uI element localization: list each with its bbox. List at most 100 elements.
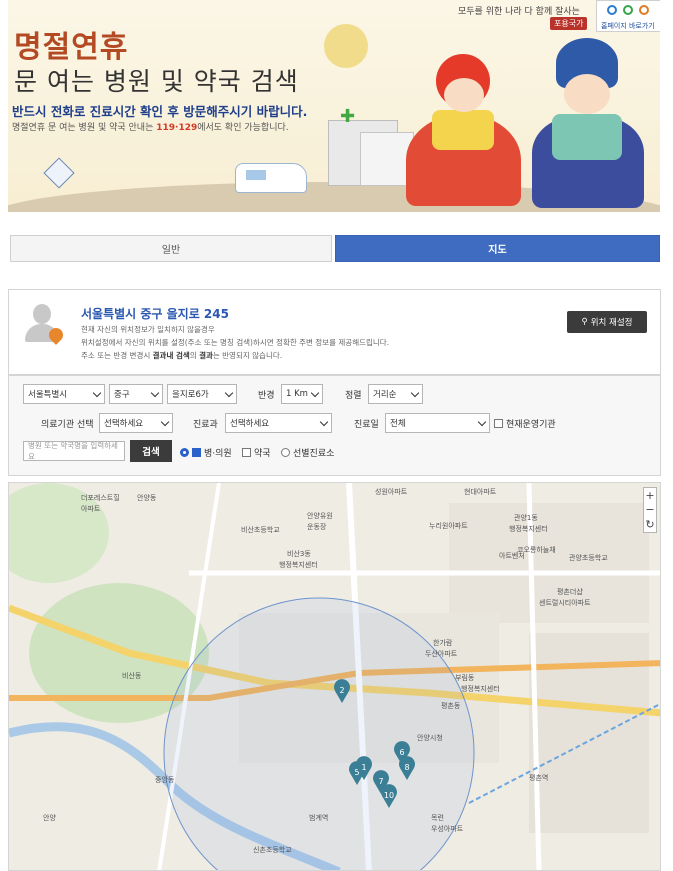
map-label: 행정복지센터: [461, 685, 500, 693]
map-label: 비산3동: [287, 550, 311, 558]
user-location-icon: [21, 302, 66, 346]
pharmacy-option-label: 약국: [254, 449, 271, 459]
logo-circle-icon: [607, 5, 617, 15]
reset-icon[interactable]: ↻: [645, 518, 654, 531]
girl-hanbok-illustration: [406, 48, 521, 208]
boy-hanbok-illustration: [526, 38, 650, 210]
tab-general[interactable]: 일반: [10, 235, 332, 262]
zoom-control[interactable]: + − ↻: [643, 487, 657, 533]
map-label: 안양유원: [307, 512, 333, 520]
map-label: 누리원아파트: [429, 522, 468, 530]
kite-illustration: [43, 157, 75, 189]
pharmacy-option[interactable]: 약국: [242, 446, 271, 459]
map-label: 센트럴시티아파트: [539, 599, 591, 607]
location-pin-icon: ⚲: [581, 317, 588, 327]
current-address: 서울특별시 중구 을지로 245: [81, 307, 229, 321]
homepage-link[interactable]: 홈페이지 바로가기: [596, 0, 660, 32]
banner-sub-note: 명절연휴 문 여는 병원 및 약국 안내는 119·129에서도 확인 가능합니…: [12, 123, 289, 133]
map-label: 중앙동: [155, 776, 175, 784]
sort-label: 정렬: [345, 391, 362, 401]
district-select[interactable]: 중구: [109, 384, 163, 404]
dong-select[interactable]: 을지로6가: [167, 384, 237, 404]
banner-notice: 반드시 전화로 진료시간 확인 후 방문해주시기 바랍니다.: [12, 104, 308, 119]
marker-number: 10: [384, 791, 394, 800]
radio-icon: [180, 448, 189, 457]
map-label: 범계역: [309, 814, 329, 822]
marker-number: 6: [399, 748, 404, 757]
map-label: 안양동: [137, 494, 157, 502]
map-label: 아파트: [81, 505, 101, 513]
hospital-option[interactable]: 병·의원: [180, 446, 232, 459]
search-filter-panel: 서울특별시 중구 을지로6가 반경 1 Km 정렬 거리순 의료기관 선택 선택…: [8, 375, 661, 476]
open-now-checkbox[interactable]: 현재운영기관: [494, 417, 556, 430]
homepage-link-label: 홈페이지 바로가기: [601, 22, 655, 30]
map-label: 안양: [43, 814, 56, 822]
facility-label: 의료기관 선택: [41, 420, 94, 430]
brand-badge: 포용국가: [550, 17, 588, 30]
map-label: 행정복지센터: [279, 561, 318, 569]
selective-clinic-label: 선별진료소: [293, 449, 335, 459]
map-label: 우성아파트: [431, 825, 464, 833]
map-label: 관양1동: [514, 514, 538, 522]
city-select[interactable]: 서울특별시: [23, 384, 105, 404]
map-label: 두산아파트: [425, 650, 458, 658]
map-label: 부림동: [455, 674, 475, 682]
facility-select[interactable]: 선택하세요: [99, 413, 173, 433]
selective-clinic-option[interactable]: 선별진료소: [281, 446, 334, 459]
marker-number: 7: [378, 777, 383, 786]
marker-number: 2: [339, 686, 344, 695]
checkbox-icon: [242, 448, 251, 457]
department-select[interactable]: 선택하세요: [225, 413, 332, 433]
relocate-button-label: 위치 재설정: [590, 318, 633, 328]
map-label: 평촌역: [529, 774, 549, 782]
location-panel: 서울특별시 중구 을지로 245 현재 자신의 위치정보가 일치하지 않을경우 …: [8, 289, 661, 375]
marker-number: 1: [361, 763, 366, 772]
map-label: 더포레스트힐: [81, 494, 120, 502]
map-label: 평촌더샵: [557, 588, 583, 596]
zoom-out-button[interactable]: −: [645, 503, 654, 516]
location-note-3: 주소 또는 반경 변경시 결과내 검색의 결과는 반영되지 않습니다.: [81, 351, 283, 360]
checkbox-icon: [192, 448, 201, 457]
government-tagline: 모두를 위한 나라 다 함께 잘사는: [458, 7, 580, 17]
radius-label: 반경: [258, 391, 275, 401]
map-label: 코오롱하늘채: [517, 546, 556, 554]
map-view[interactable]: 2 5 1 6 8 7 10 성원아파트 현대아파트 더포레스트힐 안양동 아파트 관양1동 행정복지센…: [8, 482, 661, 871]
medical-cross-icon: ✚: [340, 106, 356, 127]
map-label: 운동장: [307, 523, 327, 531]
radio-icon: [281, 448, 290, 457]
map-label: 목련: [431, 814, 444, 822]
map-label: 현대아파트: [464, 488, 497, 496]
banner-subtitle: 문 여는 병원 및 약국 검색: [14, 67, 299, 96]
moon-decoration: [324, 24, 368, 68]
map-label: 관양초등학교: [569, 554, 608, 562]
day-label: 진료일: [354, 420, 379, 430]
ambulance-illustration: [235, 163, 307, 193]
map-label: 안양시청: [417, 734, 443, 742]
banner-title: 명절연휴: [14, 30, 129, 65]
zoom-in-button[interactable]: +: [645, 489, 654, 502]
checkbox-icon: [494, 419, 503, 428]
map-label: 평촌동: [441, 702, 461, 710]
logo-circle-icon: [623, 5, 633, 15]
location-note-1: 현재 자신의 위치정보가 일치하지 않을경우: [81, 325, 215, 334]
open-now-label: 현재운영기관: [506, 420, 556, 430]
day-select[interactable]: 전체: [385, 413, 490, 433]
search-button[interactable]: 검색: [130, 440, 172, 462]
map-canvas[interactable]: 25168710: [9, 483, 661, 871]
department-label: 진료과: [193, 420, 218, 430]
map-label: 신촌초등학교: [253, 846, 292, 854]
sort-select[interactable]: 거리순: [368, 384, 423, 404]
location-note-2: 위치설정에서 자신의 위치를 설정(주소 또는 명칭 검색)하시면 정확한 주변…: [81, 338, 390, 347]
map-label: 한가람: [433, 639, 453, 647]
marker-number: 8: [404, 763, 409, 772]
radius-select[interactable]: 1 Km: [281, 384, 323, 404]
search-input[interactable]: 병원 또는 약국명을 입력하세요: [23, 441, 125, 461]
map-label: 행정복지센터: [509, 525, 548, 533]
logo-circle-icon: [639, 5, 649, 15]
map-label: 비산초등학교: [241, 526, 280, 534]
banner: ✚ 명절연휴 문 여는 병원 및 약국 검색 반드시 전화로 진료시간 확인 후…: [8, 0, 660, 212]
relocate-button[interactable]: ⚲ 위치 재설정: [567, 311, 647, 333]
map-label: 비산동: [122, 672, 142, 680]
map-label: 성원아파트: [375, 488, 408, 496]
tab-map[interactable]: 지도: [335, 235, 660, 262]
